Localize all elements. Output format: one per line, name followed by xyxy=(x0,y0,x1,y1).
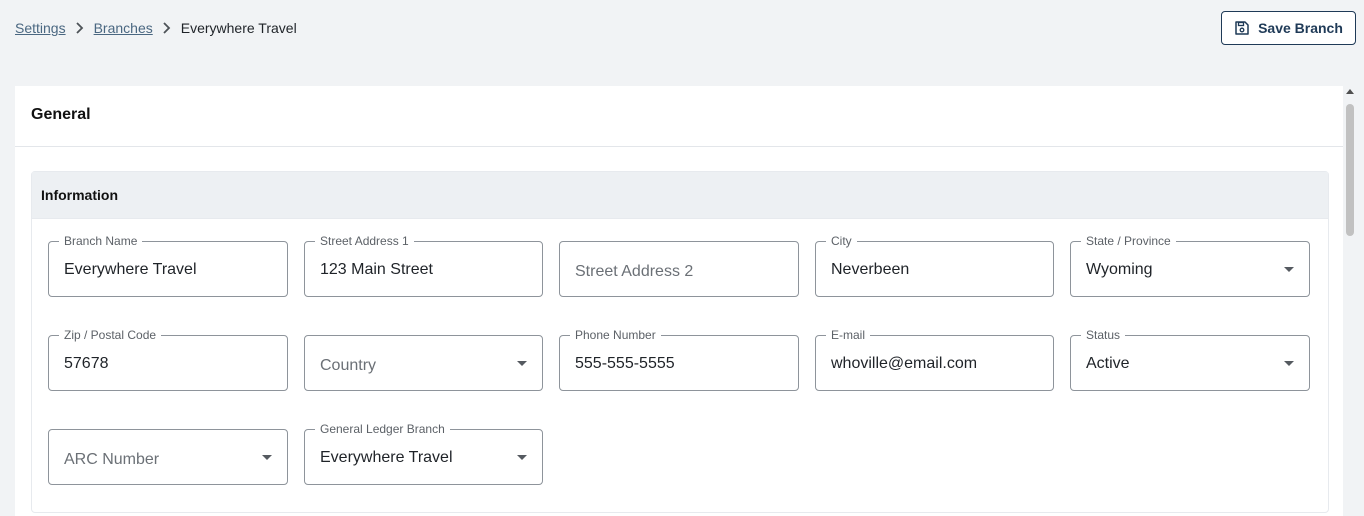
field-value: Everywhere Travel xyxy=(64,261,197,278)
field-value: whoville@email.com xyxy=(831,355,978,372)
chevron-right-icon xyxy=(66,22,94,34)
caret-down-icon xyxy=(517,455,527,460)
breadcrumb-branches-link[interactable]: Branches xyxy=(94,19,153,37)
field-value: 57678 xyxy=(64,355,109,372)
field-placeholder: ARC Number xyxy=(64,451,160,468)
breadcrumb-current: Everywhere Travel xyxy=(180,20,297,36)
floppy-disk-icon xyxy=(1234,20,1250,36)
breadcrumb: Settings Branches Everywhere Travel xyxy=(15,19,297,37)
divider xyxy=(15,146,1343,147)
city-field[interactable]: City Neverbeen xyxy=(815,234,1054,297)
caret-down-icon xyxy=(262,455,272,460)
field-label: Phone Number xyxy=(570,328,661,342)
field-label: Zip / Postal Code xyxy=(59,328,162,342)
street-address-1-field[interactable]: Street Address 1 123 Main Street xyxy=(304,234,543,297)
field-label: State / Province xyxy=(1081,234,1176,248)
field-placeholder: Country xyxy=(320,357,377,374)
field-value: Neverbeen xyxy=(831,261,910,278)
caret-down-icon xyxy=(1284,361,1294,366)
state-province-select[interactable]: State / Province Wyoming xyxy=(1070,234,1310,297)
field-value: Wyoming xyxy=(1086,261,1153,278)
zip-postal-code-field[interactable]: Zip / Postal Code 57678 xyxy=(48,328,288,391)
status-select[interactable]: Status Active xyxy=(1070,328,1310,391)
general-ledger-branch-select[interactable]: General Ledger Branch Everywhere Travel xyxy=(304,422,543,485)
email-field[interactable]: E-mail whoville@email.com xyxy=(815,328,1054,391)
field-value: Everywhere Travel xyxy=(320,449,453,466)
field-label: E-mail xyxy=(826,328,871,342)
card-title: General xyxy=(31,106,91,123)
field-value: 555-555-5555 xyxy=(575,355,675,372)
scrollbar-thumb[interactable] xyxy=(1346,104,1354,236)
scrollbar[interactable] xyxy=(1344,86,1356,506)
chevron-right-icon xyxy=(153,22,181,34)
field-label: City xyxy=(826,234,857,248)
street-address-2-field[interactable]: Street Address 2 xyxy=(559,241,799,297)
country-select[interactable]: Country xyxy=(304,335,543,391)
field-placeholder: Street Address 2 xyxy=(575,263,694,280)
field-label: Street Address 1 xyxy=(315,234,414,248)
phone-number-field[interactable]: Phone Number 555-555-5555 xyxy=(559,328,799,391)
field-label: General Ledger Branch xyxy=(315,422,450,436)
branch-name-field[interactable]: Branch Name Everywhere Travel xyxy=(48,234,288,297)
field-label: Status xyxy=(1081,328,1126,342)
scroll-up-arrow-icon[interactable] xyxy=(1346,89,1354,94)
field-label: Branch Name xyxy=(59,234,143,248)
save-branch-button[interactable]: Save Branch xyxy=(1221,11,1356,45)
save-branch-label: Save Branch xyxy=(1258,20,1343,36)
general-card: General Information Branch Name Everywhe… xyxy=(15,86,1343,516)
top-bar: Settings Branches Everywhere Travel Save… xyxy=(0,0,1364,60)
caret-down-icon xyxy=(517,361,527,366)
field-value: 123 Main Street xyxy=(320,261,433,278)
field-value: Active xyxy=(1086,355,1130,372)
caret-down-icon xyxy=(1284,267,1294,272)
section-title: Information xyxy=(32,172,1328,219)
breadcrumb-settings-link[interactable]: Settings xyxy=(15,19,66,37)
arc-number-select[interactable]: ARC Number xyxy=(48,429,288,485)
